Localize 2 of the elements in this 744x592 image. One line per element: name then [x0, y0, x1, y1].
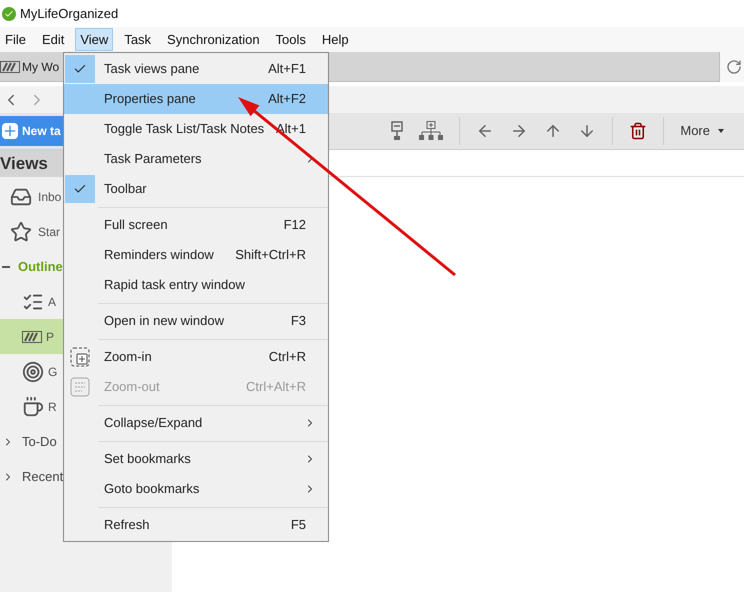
window-title: MyLifeOrganized	[20, 4, 118, 23]
sidebar-title: Views	[0, 152, 48, 175]
